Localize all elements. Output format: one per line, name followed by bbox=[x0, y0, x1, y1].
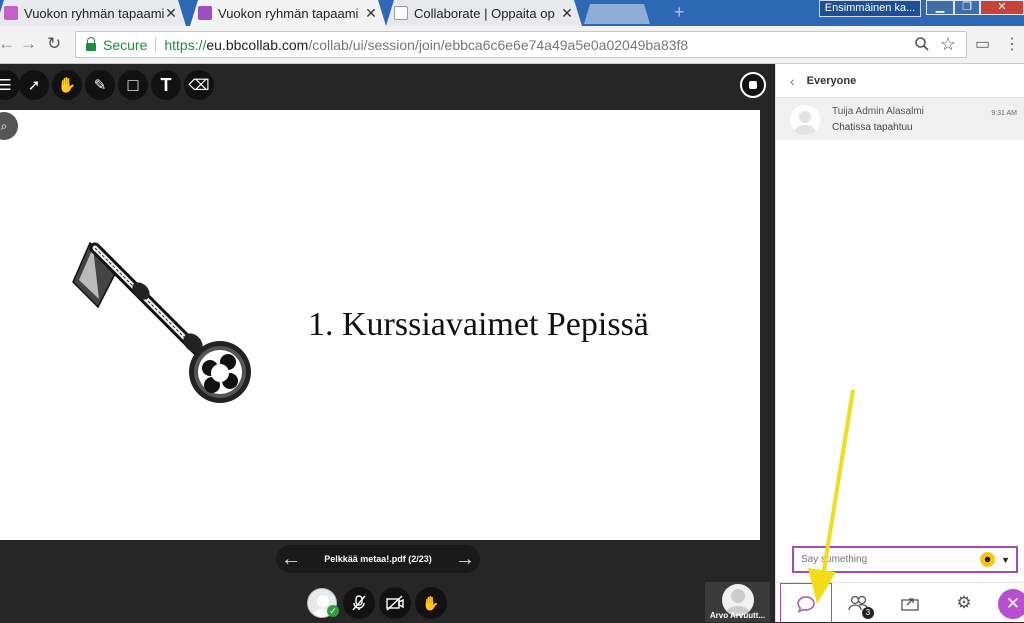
slide-file-label: Pelkkää metaa!.pdf (2/23) bbox=[324, 554, 432, 564]
shape-icon[interactable]: □ bbox=[118, 70, 148, 100]
tab-favicon-icon bbox=[198, 6, 212, 20]
attendees-tab-icon[interactable]: 3 bbox=[832, 583, 884, 623]
divider bbox=[155, 36, 157, 53]
url-scheme: https:// bbox=[164, 36, 207, 53]
chat-channel-title: Everyone bbox=[806, 74, 857, 87]
url-text: https://eu.bbcollab.com/collab/ui/sessio… bbox=[164, 37, 688, 53]
raise-hand-icon[interactable]: ✋ bbox=[415, 587, 447, 619]
camera-icon[interactable] bbox=[379, 587, 411, 619]
avatar bbox=[790, 105, 820, 135]
back-icon[interactable]: ← bbox=[0, 34, 15, 54]
slide-title: 1. Kurssiavaimet Pepissä bbox=[308, 306, 649, 343]
pan-icon[interactable]: ✋ bbox=[52, 70, 82, 100]
microphone-icon[interactable] bbox=[343, 587, 375, 619]
back-chevron-icon[interactable]: ‹ bbox=[790, 73, 795, 89]
tab-title: Collaborate | Oppaita op bbox=[414, 5, 555, 21]
chat-input-box[interactable]: ☻ ▼ bbox=[792, 546, 1018, 573]
security-label: Secure bbox=[103, 36, 148, 53]
menu-dots-icon[interactable]: ⋮ bbox=[1004, 34, 1020, 54]
profile-button[interactable]: Ensimmäinen ka... bbox=[819, 0, 921, 17]
new-tab-placeholder[interactable] bbox=[584, 4, 650, 24]
slide-pager: ← Pelkkää metaa!.pdf (2/23) → bbox=[276, 545, 480, 573]
address-bar[interactable]: Secure https://eu.bbcollab.com/collab/ui… bbox=[75, 31, 967, 58]
message-text: Chatissa tapahtuu bbox=[832, 122, 913, 133]
next-slide-icon[interactable]: → bbox=[450, 548, 480, 571]
tab-close-icon[interactable]: ✕ bbox=[560, 5, 574, 22]
browser-tab[interactable]: Vuokon ryhmän tapaami ✕ bbox=[0, 0, 186, 26]
zoom-icon[interactable] bbox=[914, 36, 930, 57]
chat-header: ‹ Everyone bbox=[776, 64, 1024, 98]
message-author: Tuija Admin Alasalmi bbox=[832, 106, 924, 117]
browser-tab-active[interactable]: Vuokon ryhmän tapaami ✕ bbox=[190, 0, 386, 26]
chat-input[interactable] bbox=[799, 553, 981, 566]
tab-close-icon[interactable]: ✕ bbox=[164, 5, 178, 22]
attendees-count-badge: 3 bbox=[862, 607, 874, 619]
window-close-icon[interactable]: ✕ bbox=[980, 0, 1024, 15]
browser-tab-strip: Vuokon ryhmän tapaami ✕ Vuokon ryhmän ta… bbox=[0, 0, 1024, 26]
participant-tile[interactable]: Arvo Arvuutt... bbox=[705, 582, 770, 622]
url-host: eu.bbcollab.com bbox=[206, 36, 309, 53]
tab-close-icon[interactable]: ✕ bbox=[364, 5, 378, 22]
lock-icon bbox=[86, 36, 96, 51]
status-check-icon: ✓ bbox=[327, 605, 339, 617]
maximize-icon[interactable]: ❐ bbox=[954, 0, 980, 15]
pencil-icon[interactable]: ✎ bbox=[85, 70, 115, 100]
browser-tab[interactable]: Collaborate | Oppaita op ✕ bbox=[386, 0, 582, 26]
whiteboard-toolbar bbox=[0, 64, 775, 110]
message-time: 9:31 AM bbox=[991, 110, 1017, 117]
reload-icon[interactable]: ↻ bbox=[47, 34, 61, 54]
tab-favicon-icon bbox=[4, 6, 18, 20]
tab-title: Vuokon ryhmän tapaami bbox=[218, 5, 359, 21]
record-stop-button[interactable] bbox=[740, 72, 766, 98]
new-tab-icon[interactable]: + bbox=[674, 2, 685, 23]
text-icon[interactable]: T bbox=[151, 70, 181, 100]
tab-title: Vuokon ryhmän tapaami bbox=[24, 5, 164, 21]
chat-panel: ‹ Everyone Tuija Admin Alasalmi Chatissa… bbox=[775, 64, 1024, 623]
chat-message: Tuija Admin Alasalmi Chatissa tapahtuu 9… bbox=[776, 98, 1024, 140]
previous-slide-icon[interactable]: ← bbox=[276, 548, 306, 571]
panel-nav: 3 ⚙ ✕ bbox=[776, 582, 1024, 623]
chat-tab-icon[interactable] bbox=[780, 583, 832, 623]
chevron-down-icon[interactable]: ▼ bbox=[1001, 555, 1010, 565]
close-panel-icon[interactable]: ✕ bbox=[998, 589, 1024, 619]
share-content-tab-icon[interactable] bbox=[884, 583, 936, 623]
minimize-icon[interactable]: ▁ bbox=[926, 0, 954, 15]
eraser-icon[interactable]: ⌫ bbox=[184, 70, 214, 100]
forward-icon[interactable]: → bbox=[20, 34, 37, 54]
presentation-slide: 1. Kurssiavaimet Pepissä bbox=[0, 110, 760, 540]
cast-icon[interactable]: ▭ bbox=[975, 34, 990, 54]
bookmark-star-icon[interactable]: ☆ bbox=[940, 34, 956, 55]
url-path: /collab/ui/session/join/ebbca6c6e6e74a49… bbox=[308, 36, 689, 53]
select-icon[interactable]: ➚ bbox=[19, 70, 49, 100]
stop-icon bbox=[749, 81, 757, 89]
participant-name: Arvo Arvuutt... bbox=[709, 611, 766, 620]
settings-tab-icon[interactable]: ⚙ bbox=[938, 583, 990, 623]
emoji-icon[interactable]: ☻ bbox=[980, 552, 996, 567]
tab-favicon-icon bbox=[394, 6, 408, 20]
browser-toolbar: ← → ↻ Secure https://eu.bbcollab.com/col… bbox=[0, 26, 1024, 64]
